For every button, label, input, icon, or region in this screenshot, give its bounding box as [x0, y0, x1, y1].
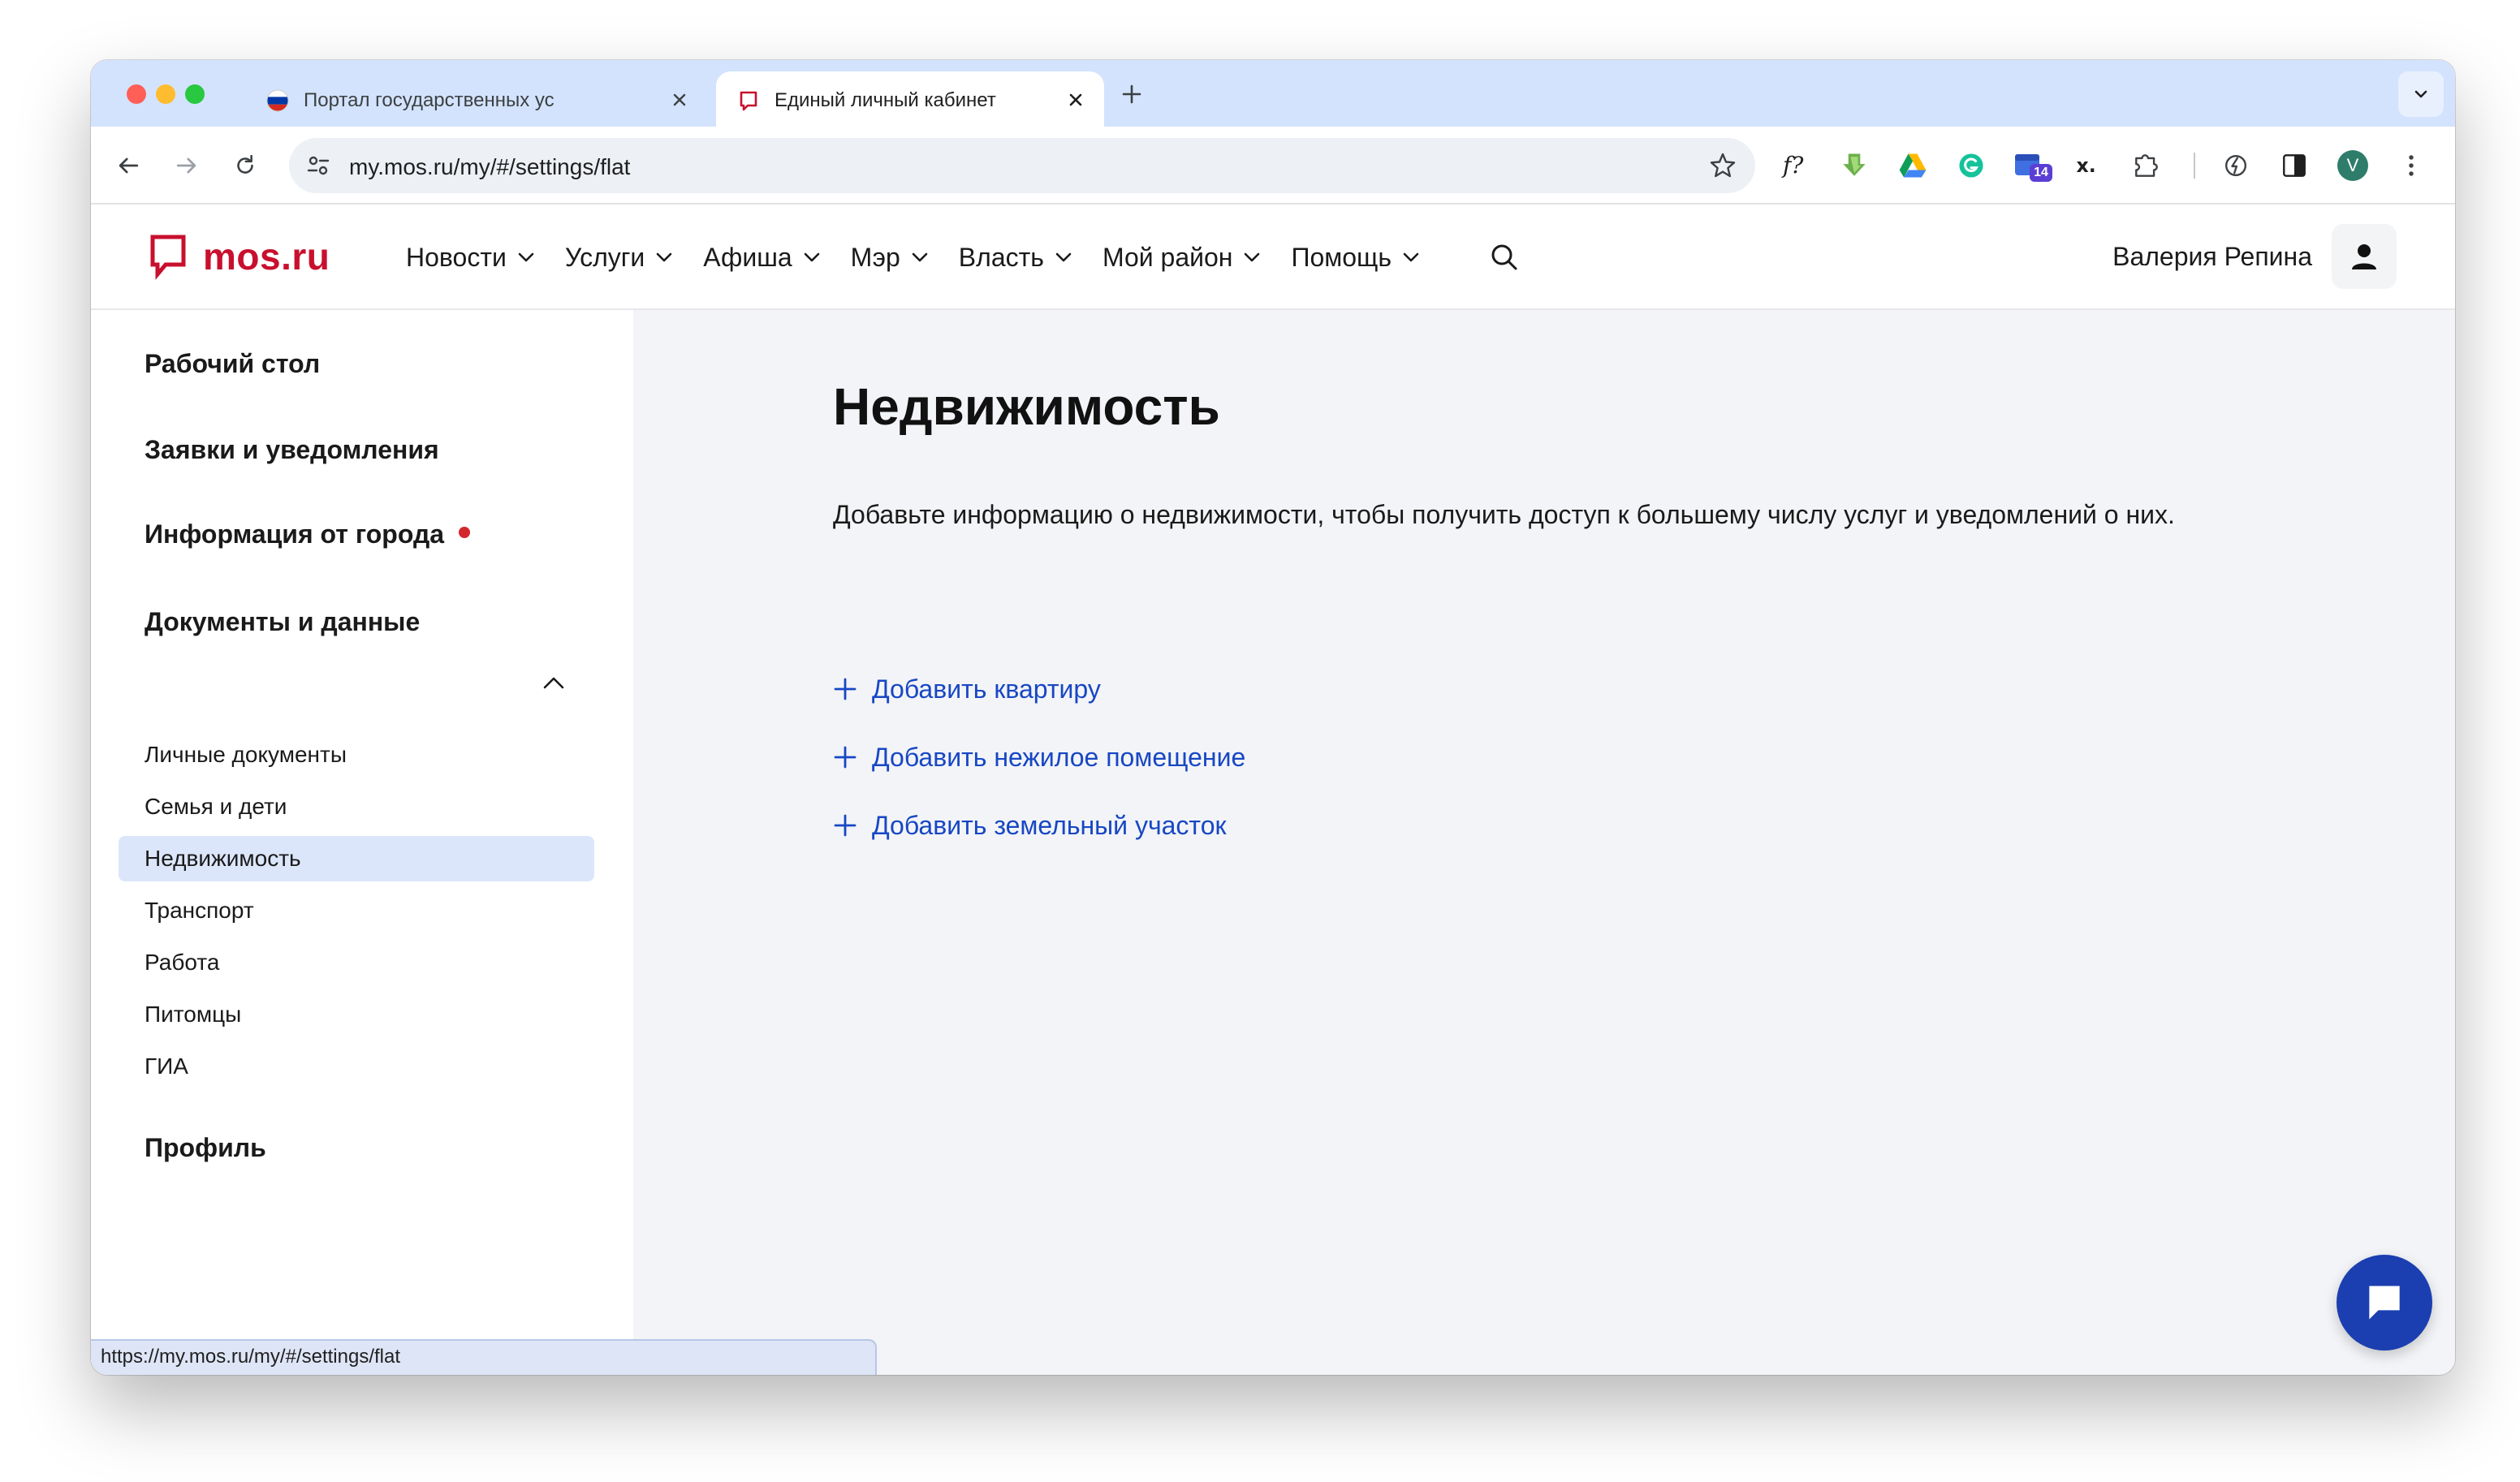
- chevron-down-icon: [656, 252, 672, 262]
- address-bar[interactable]: my.mos.ru/my/#/settings/flat: [289, 138, 1755, 193]
- page-description: Добавьте информацию о недвижимости, чтоб…: [833, 500, 2175, 529]
- chat-bubble-icon: [2369, 1286, 2400, 1320]
- back-arrow-icon[interactable]: [109, 146, 148, 185]
- sidebar-subitem-transport[interactable]: Транспорт: [119, 888, 594, 933]
- mos-logo-icon: [737, 89, 760, 112]
- sidebar-subitem-family[interactable]: Семья и дети: [119, 784, 594, 829]
- close-window-button[interactable]: [127, 84, 146, 104]
- sidebar-item-requests[interactable]: Заявки и уведомления: [145, 435, 439, 465]
- download-extension-icon[interactable]: [1836, 148, 1872, 183]
- tab-title: Портал государственных ус: [304, 89, 554, 111]
- user-avatar-button[interactable]: [2332, 224, 2397, 289]
- site-settings-icon[interactable]: [305, 153, 331, 179]
- sidebar: Рабочий стол Заявки и уведомления Информ…: [91, 310, 633, 1375]
- status-bar-url: https://my.mos.ru/my/#/settings/flat: [91, 1339, 877, 1375]
- formula-extension-icon[interactable]: f?: [1778, 148, 1814, 183]
- add-land-plot-link[interactable]: Добавить земельный участок: [833, 805, 1227, 846]
- minimize-window-button[interactable]: [156, 84, 175, 104]
- chevron-down-icon: [1055, 252, 1072, 262]
- page-title: Недвижимость: [833, 377, 1220, 436]
- forward-arrow-icon[interactable]: [167, 146, 206, 185]
- tab-strip: Портал государственных ус Единый личный …: [91, 60, 2455, 127]
- browser-window: Портал государственных ус Единый личный …: [91, 60, 2455, 1375]
- add-apartment-link[interactable]: Добавить квартиру: [833, 669, 1101, 709]
- puzzle-extensions-icon[interactable]: [2129, 148, 2164, 183]
- nav-afisha[interactable]: Афиша: [703, 243, 822, 273]
- calendar-extension-icon[interactable]: 14: [2012, 148, 2052, 183]
- plus-icon: [834, 678, 857, 700]
- sidebar-subitem-gia[interactable]: ГИА: [119, 1044, 594, 1089]
- sidebar-item-profile[interactable]: Профиль: [145, 1133, 266, 1163]
- tab-personal-cabinet[interactable]: Единый личный кабинет: [716, 71, 1104, 127]
- nav-my-district[interactable]: Мой район: [1102, 243, 1264, 273]
- chat-button[interactable]: [2337, 1255, 2432, 1351]
- user-icon: [2352, 244, 2376, 269]
- browser-toolbar: my.mos.ru/my/#/settings/flat f? 14 x. V: [91, 127, 2455, 205]
- bookmark-star-icon[interactable]: [1708, 151, 1737, 180]
- nav-authority[interactable]: Власть: [959, 243, 1075, 273]
- chevron-up-icon[interactable]: [537, 667, 570, 700]
- address-url[interactable]: my.mos.ru/my/#/settings/flat: [349, 154, 630, 180]
- reload-icon[interactable]: [226, 146, 265, 185]
- sidebar-item-city-info[interactable]: Информация от города: [145, 519, 471, 549]
- mos-logo-icon: [150, 235, 186, 280]
- nav-news[interactable]: Новости: [406, 243, 537, 273]
- search-icon[interactable]: [1487, 240, 1521, 274]
- user-name[interactable]: Валерия Репина: [2112, 242, 2312, 272]
- chevron-down-icon: [518, 252, 534, 262]
- main-navigation: Новости Услуги Афиша Мэр Власть Мой райо…: [406, 237, 1450, 278]
- chevron-down-icon: [1245, 252, 1260, 262]
- translate-x-icon[interactable]: x.: [2070, 148, 2106, 183]
- mos-logo[interactable]: mos.ru: [148, 230, 330, 282]
- nav-help[interactable]: Помощь: [1291, 243, 1422, 273]
- sidebar-subitem-personal-docs[interactable]: Личные документы: [119, 732, 594, 778]
- sidebar-subitem-work[interactable]: Работа: [119, 940, 594, 985]
- svg-text:x.: x.: [2076, 154, 2095, 177]
- plus-icon: [834, 746, 857, 769]
- chevron-down-icon: [804, 252, 819, 262]
- chevron-down-icon: [1403, 252, 1419, 262]
- sidebar-subitem-realty[interactable]: Недвижимость: [119, 836, 594, 881]
- close-icon[interactable]: [1062, 86, 1090, 114]
- add-nonresidential-link[interactable]: Добавить нежилое помещение: [833, 737, 1245, 778]
- sidebar-subitem-pets[interactable]: Питомцы: [119, 992, 594, 1037]
- kebab-menu-icon[interactable]: [2393, 148, 2429, 183]
- tab-title: Единый личный кабинет: [775, 89, 996, 111]
- tab-search-chevron-icon[interactable]: [2398, 71, 2444, 117]
- site-header: mos.ru Новости Услуги Афиша Мэр Власть М…: [91, 205, 2455, 310]
- side-panel-icon[interactable]: [2276, 148, 2312, 183]
- chevron-down-icon: [912, 252, 928, 262]
- grammarly-icon[interactable]: [1953, 148, 1989, 183]
- sidebar-item-documents[interactable]: Документы и данные: [145, 607, 420, 637]
- nav-mayor[interactable]: Мэр: [851, 243, 931, 273]
- close-icon[interactable]: [666, 86, 693, 114]
- logo-text: mos.ru: [203, 235, 330, 278]
- russia-flag-icon: [266, 89, 289, 112]
- toolbar-separator: [2194, 153, 2195, 179]
- sidebar-item-dashboard[interactable]: Рабочий стол: [145, 349, 320, 379]
- new-tab-plus-icon[interactable]: [1115, 78, 1148, 110]
- performance-leaf-icon[interactable]: [2218, 148, 2254, 183]
- svg-text:f?: f?: [1781, 152, 1804, 179]
- nav-services[interactable]: Услуги: [565, 243, 675, 273]
- maximize-window-button[interactable]: [185, 84, 205, 104]
- google-drive-icon[interactable]: [1895, 148, 1931, 183]
- main-content: Недвижимость Добавьте информацию о недви…: [633, 310, 2455, 1375]
- extension-badge: 14: [2030, 164, 2052, 182]
- plus-icon: [834, 814, 857, 837]
- tab-gosuslugi[interactable]: Портал государственных ус: [245, 71, 708, 127]
- unread-dot: [459, 527, 471, 538]
- profile-avatar[interactable]: V: [2335, 148, 2371, 183]
